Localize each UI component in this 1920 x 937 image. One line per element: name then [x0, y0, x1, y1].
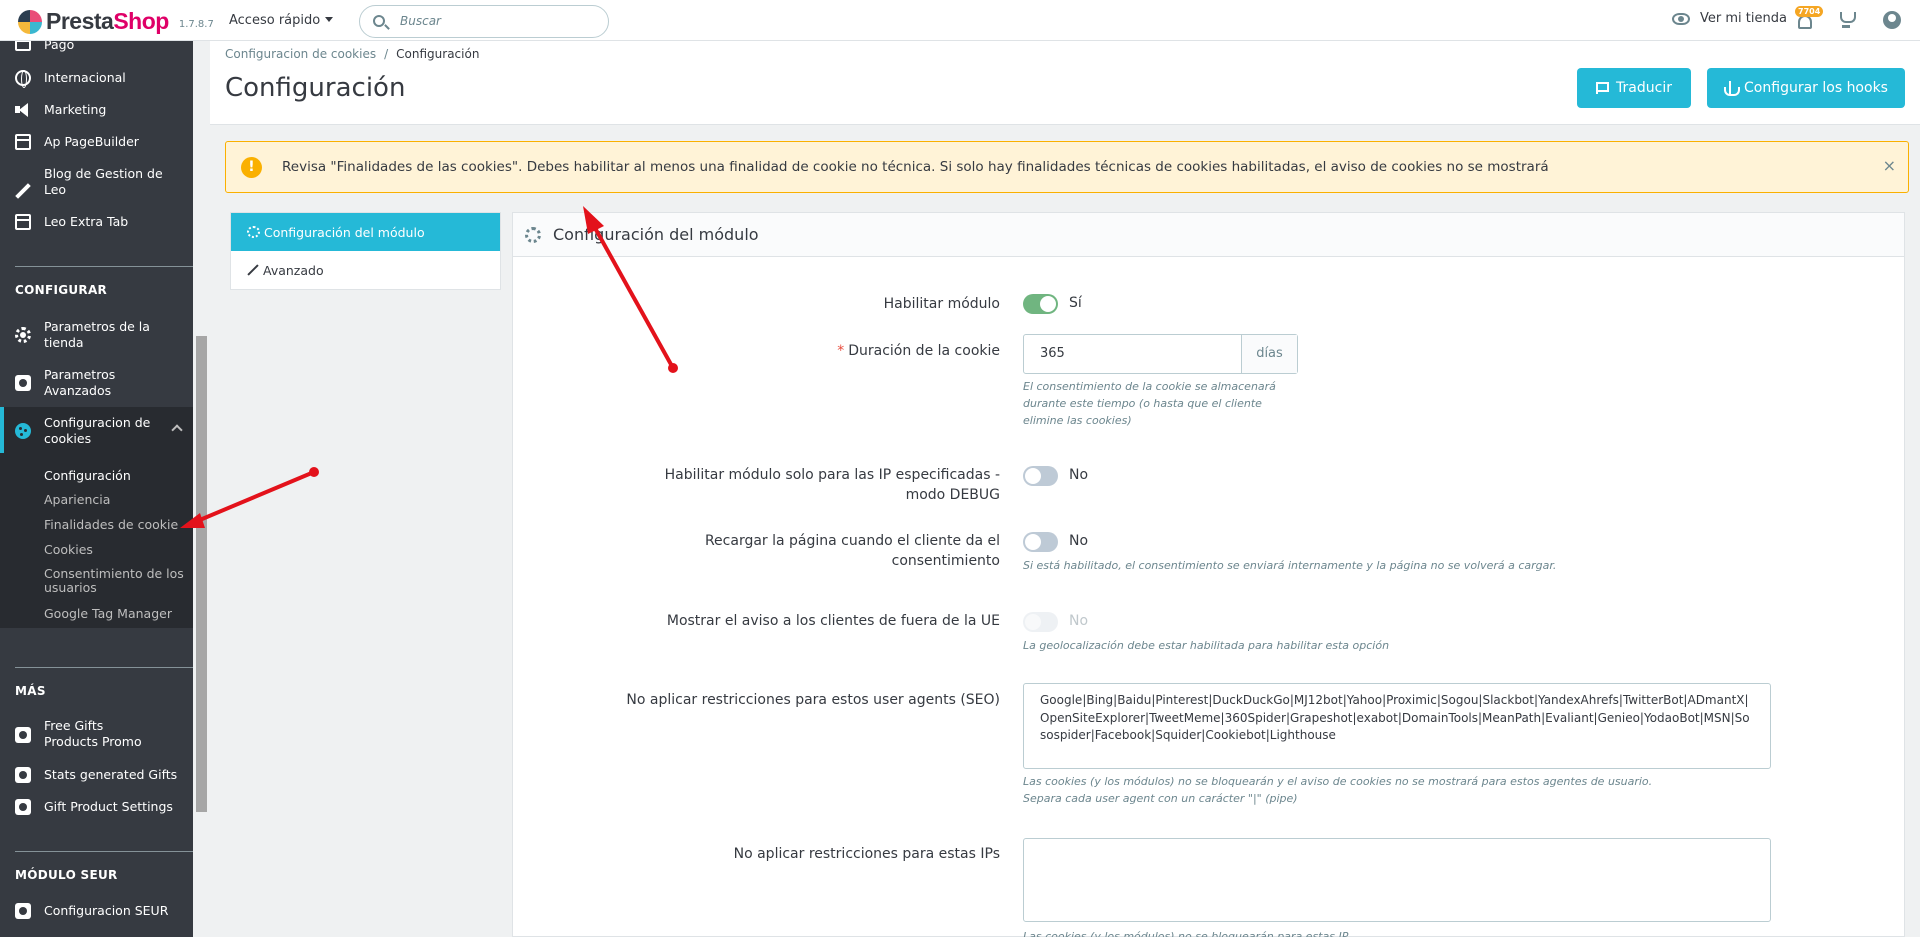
- sidebar-subitem-finalidades[interactable]: Finalidades de cookie: [44, 517, 178, 532]
- megaphone-icon: [15, 102, 31, 118]
- bell-icon: [1798, 15, 1812, 29]
- configure-hooks-button[interactable]: Configurar los hooks: [1707, 68, 1905, 108]
- notifications-badge: 7704: [1795, 6, 1824, 17]
- search-placeholder: Buscar: [400, 14, 441, 28]
- window-icon: [15, 134, 31, 150]
- view-store-label: Ver mi tienda: [1700, 11, 1787, 26]
- anchor-icon: [1724, 81, 1741, 96]
- sidebar-divider: [15, 266, 193, 267]
- magic-wand-icon: [247, 264, 259, 276]
- reload-page-help: Si está habilitado, el consentimiento se…: [1023, 559, 1557, 572]
- puzzle-icon: [15, 903, 31, 919]
- reload-page-toggle[interactable]: [1023, 532, 1058, 552]
- enable-module-value: Sí: [1069, 295, 1082, 311]
- notifications-button[interactable]: 7704: [1795, 6, 1824, 32]
- account-icon[interactable]: [1883, 11, 1901, 29]
- no-restrict-ips-label: No aplicar restricciones para estas IPs: [733, 846, 1000, 862]
- breadcrumb: Configuracion de cookies / Configuración: [225, 47, 480, 61]
- sidebar-subitem-configuracion[interactable]: Configuración: [44, 468, 131, 483]
- cookie-icon: [15, 423, 31, 439]
- enable-module-toggle[interactable]: [1023, 294, 1058, 314]
- translate-button[interactable]: Traducir: [1577, 68, 1691, 108]
- prestashop-logo-icon: [18, 9, 42, 34]
- puzzle-icon: [15, 767, 31, 783]
- breadcrumb-parent[interactable]: Configuracion de cookies: [225, 47, 376, 61]
- section-modulo-seur: MÓDULO SEUR: [15, 868, 118, 882]
- credit-card-icon: [15, 41, 31, 51]
- seo-agents-label: No aplicar restricciones para estos user…: [626, 692, 1000, 708]
- globe-icon: [15, 70, 31, 88]
- gear-icon: [15, 327, 31, 343]
- no-restrict-ips-help: Las cookies (y los módulos) no se bloque…: [1023, 930, 1349, 937]
- sidebar-divider: [15, 667, 193, 668]
- debug-ips-value: No: [1069, 467, 1089, 483]
- cookie-duration-label: * Duración de la cookie: [837, 343, 1000, 359]
- window-icon: [15, 214, 31, 230]
- breadcrumb-current: Configuración: [396, 47, 480, 61]
- quick-access-dropdown[interactable]: Acceso rápido: [229, 13, 333, 28]
- search-icon: [373, 15, 385, 27]
- page-title: Configuración: [225, 73, 406, 103]
- non-eu-help: La geolocalización debe estar habilitada…: [1023, 639, 1390, 652]
- prestashop-logo[interactable]: PrestaShop 1.7.8.7: [18, 8, 214, 35]
- cookie-duration-help: El consentimiento de la cookie se almace…: [1023, 380, 1276, 427]
- trophy-icon[interactable]: [1838, 12, 1856, 29]
- version-label: 1.7.8.7: [178, 19, 214, 30]
- section-mas: MÁS: [15, 684, 46, 698]
- seo-agents-help-2: Separa cada user agent con un carácter "…: [1023, 792, 1298, 805]
- seo-agents-textarea[interactable]: Google|Bing|Baidu|Pinterest|DuckDuckGo|M…: [1023, 683, 1771, 769]
- config-panel: Configuración del módulo: [512, 212, 1905, 937]
- search-input[interactable]: Buscar: [359, 5, 609, 38]
- puzzle-icon: [15, 375, 31, 391]
- sidebar-active-indicator: [0, 407, 4, 453]
- debug-ips-toggle[interactable]: [1023, 466, 1058, 486]
- view-store-link[interactable]: Ver mi tienda: [1672, 11, 1787, 26]
- sidebar: Pago Internacional Marketing Ap PageBuil…: [0, 41, 193, 937]
- no-restrict-ips-textarea[interactable]: [1023, 838, 1771, 922]
- eye-icon: [1672, 12, 1690, 25]
- sidebar-subitem-consentimiento[interactable]: Consentimiento de los usuarios: [44, 567, 184, 595]
- non-eu-toggle: [1023, 612, 1058, 632]
- panel-title: Configuración del módulo: [553, 225, 759, 244]
- reload-page-label: Recargar la página cuando el cliente da …: [704, 533, 1000, 569]
- cookie-duration-field: 365 días: [1023, 334, 1298, 374]
- alert-text: Revisa "Finalidades de las cookies". Deb…: [282, 159, 1549, 175]
- non-eu-label: Mostrar el aviso a los clientes de fuera…: [666, 613, 1000, 629]
- sidebar-subitem-apariencia[interactable]: Apariencia: [44, 492, 110, 507]
- tab-avanzado[interactable]: Avanzado: [231, 251, 500, 289]
- pencil-icon: [15, 184, 31, 200]
- seo-agents-help: Las cookies (y los módulos) no se bloque…: [1023, 775, 1653, 788]
- sidebar-subitem-cookies[interactable]: Cookies: [44, 542, 93, 557]
- sidebar-scrollbar[interactable]: [196, 336, 207, 812]
- close-icon[interactable]: ×: [1883, 156, 1896, 175]
- top-header: PrestaShop 1.7.8.7 Acceso rápido Buscar …: [0, 0, 1920, 41]
- non-eu-value: No: [1069, 613, 1089, 629]
- cookie-duration-unit: días: [1241, 335, 1297, 373]
- warning-alert: ! Revisa "Finalidades de las cookies". D…: [225, 141, 1909, 193]
- warning-icon: !: [241, 157, 262, 178]
- panel-heading: Configuración del módulo: [513, 213, 1904, 257]
- module-tabs: Configuración del módulo Avanzado: [230, 212, 501, 290]
- sidebar-divider: [15, 851, 193, 852]
- gears-icon: [247, 226, 260, 238]
- section-configurar: CONFIGURAR: [15, 283, 108, 297]
- flag-icon: [1596, 82, 1610, 94]
- cookie-duration-input[interactable]: 365: [1024, 335, 1241, 373]
- puzzle-icon: [15, 727, 31, 743]
- enable-module-label: Habilitar módulo: [883, 296, 1000, 312]
- tab-configuracion-modulo[interactable]: Configuración del módulo: [231, 213, 500, 251]
- sidebar-subitem-gtm[interactable]: Google Tag Manager: [44, 606, 172, 621]
- puzzle-icon: [15, 799, 31, 815]
- logo-text: PrestaShop: [46, 8, 169, 34]
- reload-page-value: No: [1069, 533, 1089, 549]
- debug-ips-label: Habilitar módulo solo para las IP especi…: [664, 467, 1000, 503]
- gears-icon: [525, 226, 541, 243]
